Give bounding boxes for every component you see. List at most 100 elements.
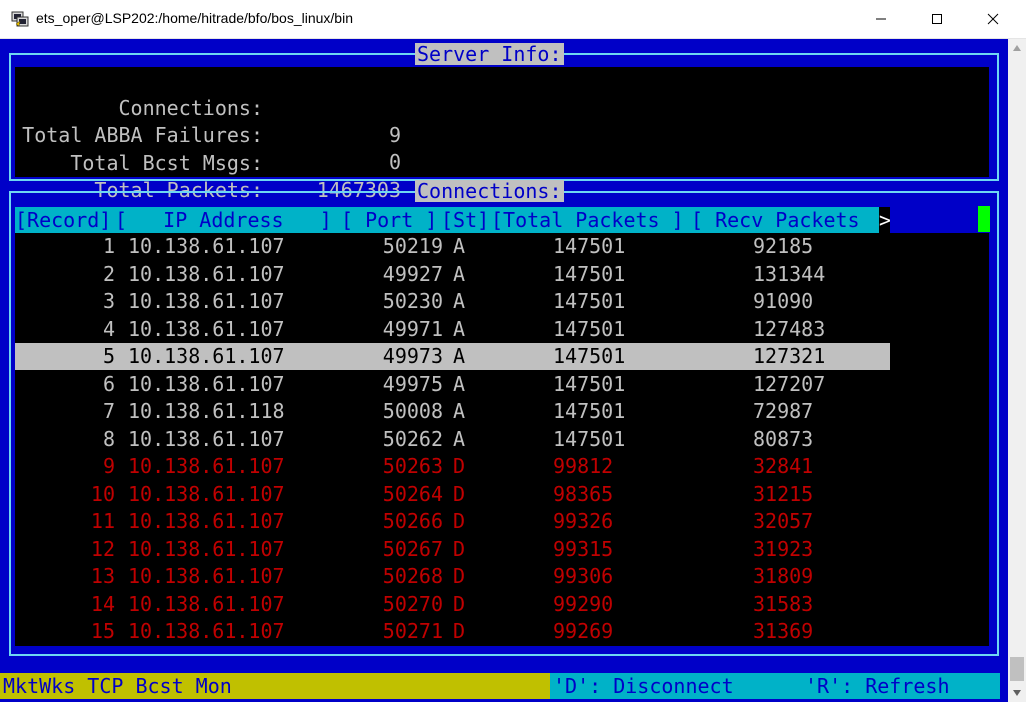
recv-packets-cell: 32057 bbox=[753, 509, 814, 533]
more-columns-indicator[interactable]: > bbox=[879, 207, 890, 233]
info-row-bcst-msgs: Total Bcst Msgs: 1467303 bbox=[15, 123, 415, 202]
ip-cell: 10.138.61.107 bbox=[128, 619, 285, 643]
status-bar: MktWks TCP Bcst Mon 'D': Disconnect 'R':… bbox=[0, 673, 1008, 699]
status-cell: A bbox=[453, 371, 466, 396]
connection-row[interactable]: 3 10.138.61.107 50230 A 147501 91090 bbox=[15, 288, 890, 315]
recv-packets-cell: 127483 bbox=[753, 316, 826, 341]
status-cell: D bbox=[453, 619, 466, 643]
ip-cell: 10.138.61.107 bbox=[128, 316, 285, 341]
maximize-button[interactable] bbox=[912, 0, 962, 38]
port-cell: 50008 bbox=[382, 399, 443, 423]
record-cell: 1 bbox=[102, 234, 115, 258]
port-cell: 50267 bbox=[382, 536, 443, 561]
record-cell: 4 bbox=[102, 316, 115, 341]
record-cell: 9 bbox=[102, 454, 115, 478]
app-name-label: MktWks TCP Bcst Mon bbox=[0, 673, 550, 699]
record-cell: 8 bbox=[102, 426, 115, 451]
port-cell: 50264 bbox=[382, 481, 443, 506]
status-cell: D bbox=[453, 536, 466, 561]
port-cell: 50271 bbox=[382, 619, 443, 643]
connection-row[interactable]: 11 10.138.61.107 50266 D 99326 32057 bbox=[15, 508, 890, 535]
disconnect-hint[interactable]: 'D': Disconnect bbox=[553, 673, 734, 699]
ip-cell: 10.138.61.107 bbox=[128, 289, 285, 313]
refresh-hint[interactable]: 'R': Refresh bbox=[805, 673, 950, 699]
status-cell: A bbox=[453, 426, 466, 451]
port-cell: 50268 bbox=[382, 564, 443, 588]
total-packets-cell: 147501 bbox=[553, 371, 626, 396]
total-packets-cell: 99290 bbox=[553, 591, 614, 616]
port-cell: 50230 bbox=[382, 289, 443, 313]
port-cell: 49975 bbox=[382, 371, 443, 396]
status-cell: A bbox=[453, 261, 466, 286]
scroll-up-button[interactable] bbox=[1008, 39, 1026, 57]
arrow-down-icon bbox=[1013, 690, 1021, 696]
total-packets-cell: 99315 bbox=[553, 536, 614, 561]
recv-packets-cell: 32841 bbox=[753, 454, 814, 478]
connection-row[interactable]: 9 10.138.61.107 50263 D 99812 32841 bbox=[15, 453, 890, 480]
total-packets-cell: 147501 bbox=[553, 234, 626, 258]
connection-row[interactable]: 5 10.138.61.107 49973 A 147501 127321 bbox=[15, 343, 890, 370]
connection-row[interactable]: 12 10.138.61.107 50267 D 99315 31923 bbox=[15, 536, 890, 563]
record-cell: 15 bbox=[90, 619, 115, 643]
window-title-bar[interactable]: ets_oper@LSP202:/home/hitrade/bfo/bos_li… bbox=[0, 0, 1026, 39]
scroll-down-button[interactable] bbox=[1008, 684, 1026, 702]
info-row-total-packets: Total Packets: 147501 bbox=[15, 150, 415, 229]
total-packets-cell: 147501 bbox=[553, 316, 626, 341]
connection-row[interactable]: 15 10.138.61.107 50271 D 99269 31369 bbox=[15, 618, 890, 645]
record-cell: 5 bbox=[102, 344, 115, 368]
record-cell: 11 bbox=[90, 509, 115, 533]
connection-row[interactable]: 10 10.138.61.107 50264 D 98365 31215 bbox=[15, 481, 890, 508]
column-record[interactable]: [Record] bbox=[15, 207, 111, 233]
connection-row[interactable]: 1 10.138.61.107 50219 A 147501 92185 bbox=[15, 233, 890, 260]
connection-row[interactable]: 8 10.138.61.107 50262 A 147501 80873 bbox=[15, 426, 890, 453]
recv-packets-cell: 31923 bbox=[753, 536, 814, 561]
column-port[interactable]: [ Port ] bbox=[341, 207, 437, 233]
status-cell: A bbox=[453, 234, 466, 258]
connection-row[interactable]: 14 10.138.61.107 50270 D 99290 31583 bbox=[15, 591, 890, 618]
connection-row[interactable]: 2 10.138.61.107 49927 A 147501 131344 bbox=[15, 261, 890, 288]
column-total-packets[interactable]: [Total Packets ] bbox=[491, 207, 684, 233]
ip-cell: 10.138.61.107 bbox=[128, 261, 285, 286]
port-cell: 49927 bbox=[382, 261, 443, 286]
column-ip-address[interactable]: [ IP Address ] bbox=[115, 207, 332, 233]
recv-packets-cell: 131344 bbox=[753, 261, 826, 286]
ip-cell: 10.138.61.107 bbox=[128, 591, 285, 616]
terminal-screen[interactable]: Server Info: Connections: 9 Total ABBA F… bbox=[0, 39, 1008, 702]
minimize-button[interactable] bbox=[856, 0, 906, 38]
recv-packets-cell: 127207 bbox=[753, 371, 826, 396]
port-cell: 49971 bbox=[382, 316, 443, 341]
info-row-abba-failures: Total ABBA Failures: 0 bbox=[15, 95, 415, 174]
ip-cell: 10.138.61.107 bbox=[128, 536, 285, 561]
port-cell: 50266 bbox=[382, 509, 443, 533]
recv-packets-cell: 92185 bbox=[753, 234, 814, 258]
port-cell: 49973 bbox=[382, 344, 443, 368]
connection-row[interactable]: 4 10.138.61.107 49971 A 147501 127483 bbox=[15, 316, 890, 343]
connection-row[interactable]: 7 10.138.61.118 50008 A 147501 72987 bbox=[15, 398, 890, 425]
ip-cell: 10.138.61.107 bbox=[128, 426, 285, 451]
scrollbar-thumb[interactable] bbox=[1010, 657, 1024, 681]
status-cell: A bbox=[453, 316, 466, 341]
total-packets-cell: 99306 bbox=[553, 564, 614, 588]
total-packets-cell: 99269 bbox=[553, 619, 614, 643]
status-cell: D bbox=[453, 454, 466, 478]
record-cell: 2 bbox=[102, 261, 115, 286]
total-packets-cell: 147501 bbox=[553, 399, 626, 423]
connection-row[interactable]: 6 10.138.61.107 49975 A 147501 127207 bbox=[15, 371, 890, 398]
key-hints: 'D': Disconnect 'R': Refresh bbox=[550, 673, 1000, 699]
status-cell: A bbox=[453, 344, 466, 368]
status-cell: D bbox=[453, 591, 466, 616]
column-recv-packets[interactable]: [ Recv Packets bbox=[691, 207, 860, 233]
total-packets-cell: 147501 bbox=[553, 344, 626, 368]
port-cell: 50263 bbox=[382, 454, 443, 478]
record-cell: 3 bbox=[102, 289, 115, 313]
record-cell: 10 bbox=[90, 481, 115, 506]
connections-column-header: [Record] [ IP Address ] [ Port ] [St] [T… bbox=[15, 207, 890, 233]
close-button[interactable] bbox=[968, 0, 1018, 38]
total-packets-cell: 99812 bbox=[553, 454, 614, 478]
column-status[interactable]: [St] bbox=[441, 207, 489, 233]
connection-row[interactable]: 13 10.138.61.107 50268 D 99306 31809 bbox=[15, 563, 890, 590]
maximize-icon bbox=[932, 14, 942, 24]
vertical-scrollbar[interactable] bbox=[1008, 39, 1026, 702]
total-packets-cell: 147501 bbox=[553, 261, 626, 286]
arrow-up-icon bbox=[1013, 45, 1021, 51]
